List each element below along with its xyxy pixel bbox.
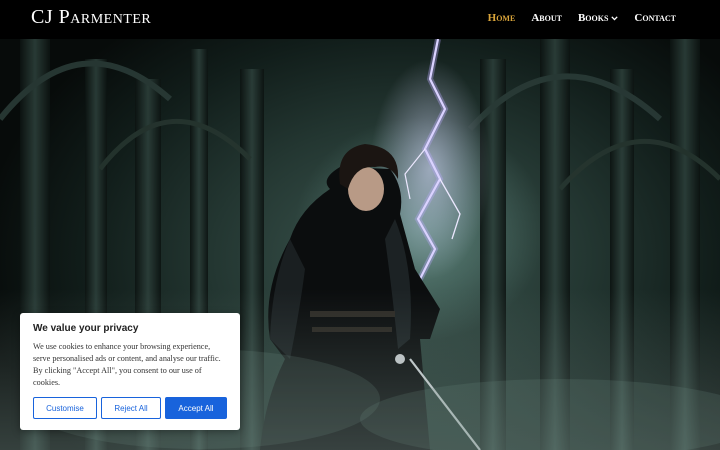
nav-item-label: Contact bbox=[634, 12, 676, 24]
cookie-banner-text: We use cookies to enhance your browsing … bbox=[33, 342, 221, 387]
reject-all-button[interactable]: Reject All bbox=[101, 397, 161, 419]
nav-item-books[interactable]: Books bbox=[577, 12, 619, 24]
cookie-banner-title: We value your privacy bbox=[33, 323, 139, 334]
main-nav: Home About Books Contact bbox=[472, 12, 676, 24]
nav-item-label: Home bbox=[487, 12, 516, 24]
accept-all-button[interactable]: Accept All bbox=[165, 397, 227, 419]
cookie-consent-banner: We value your privacy We use cookies to … bbox=[20, 313, 240, 430]
nav-item-contact[interactable]: Contact bbox=[634, 12, 676, 24]
site-header: CJ Parmenter Home About Books Contact bbox=[0, 0, 720, 39]
nav-item-label: About bbox=[531, 12, 562, 24]
nav-item-home[interactable]: Home bbox=[488, 12, 516, 24]
nav-item-about[interactable]: About bbox=[531, 12, 562, 24]
cookie-banner-actions: Customise Reject All Accept All bbox=[33, 397, 227, 419]
site-logo[interactable]: CJ Parmenter bbox=[31, 6, 151, 29]
customise-button[interactable]: Customise bbox=[33, 397, 97, 419]
chevron-down-icon[interactable] bbox=[611, 15, 619, 21]
nav-item-label: Books bbox=[577, 12, 609, 24]
